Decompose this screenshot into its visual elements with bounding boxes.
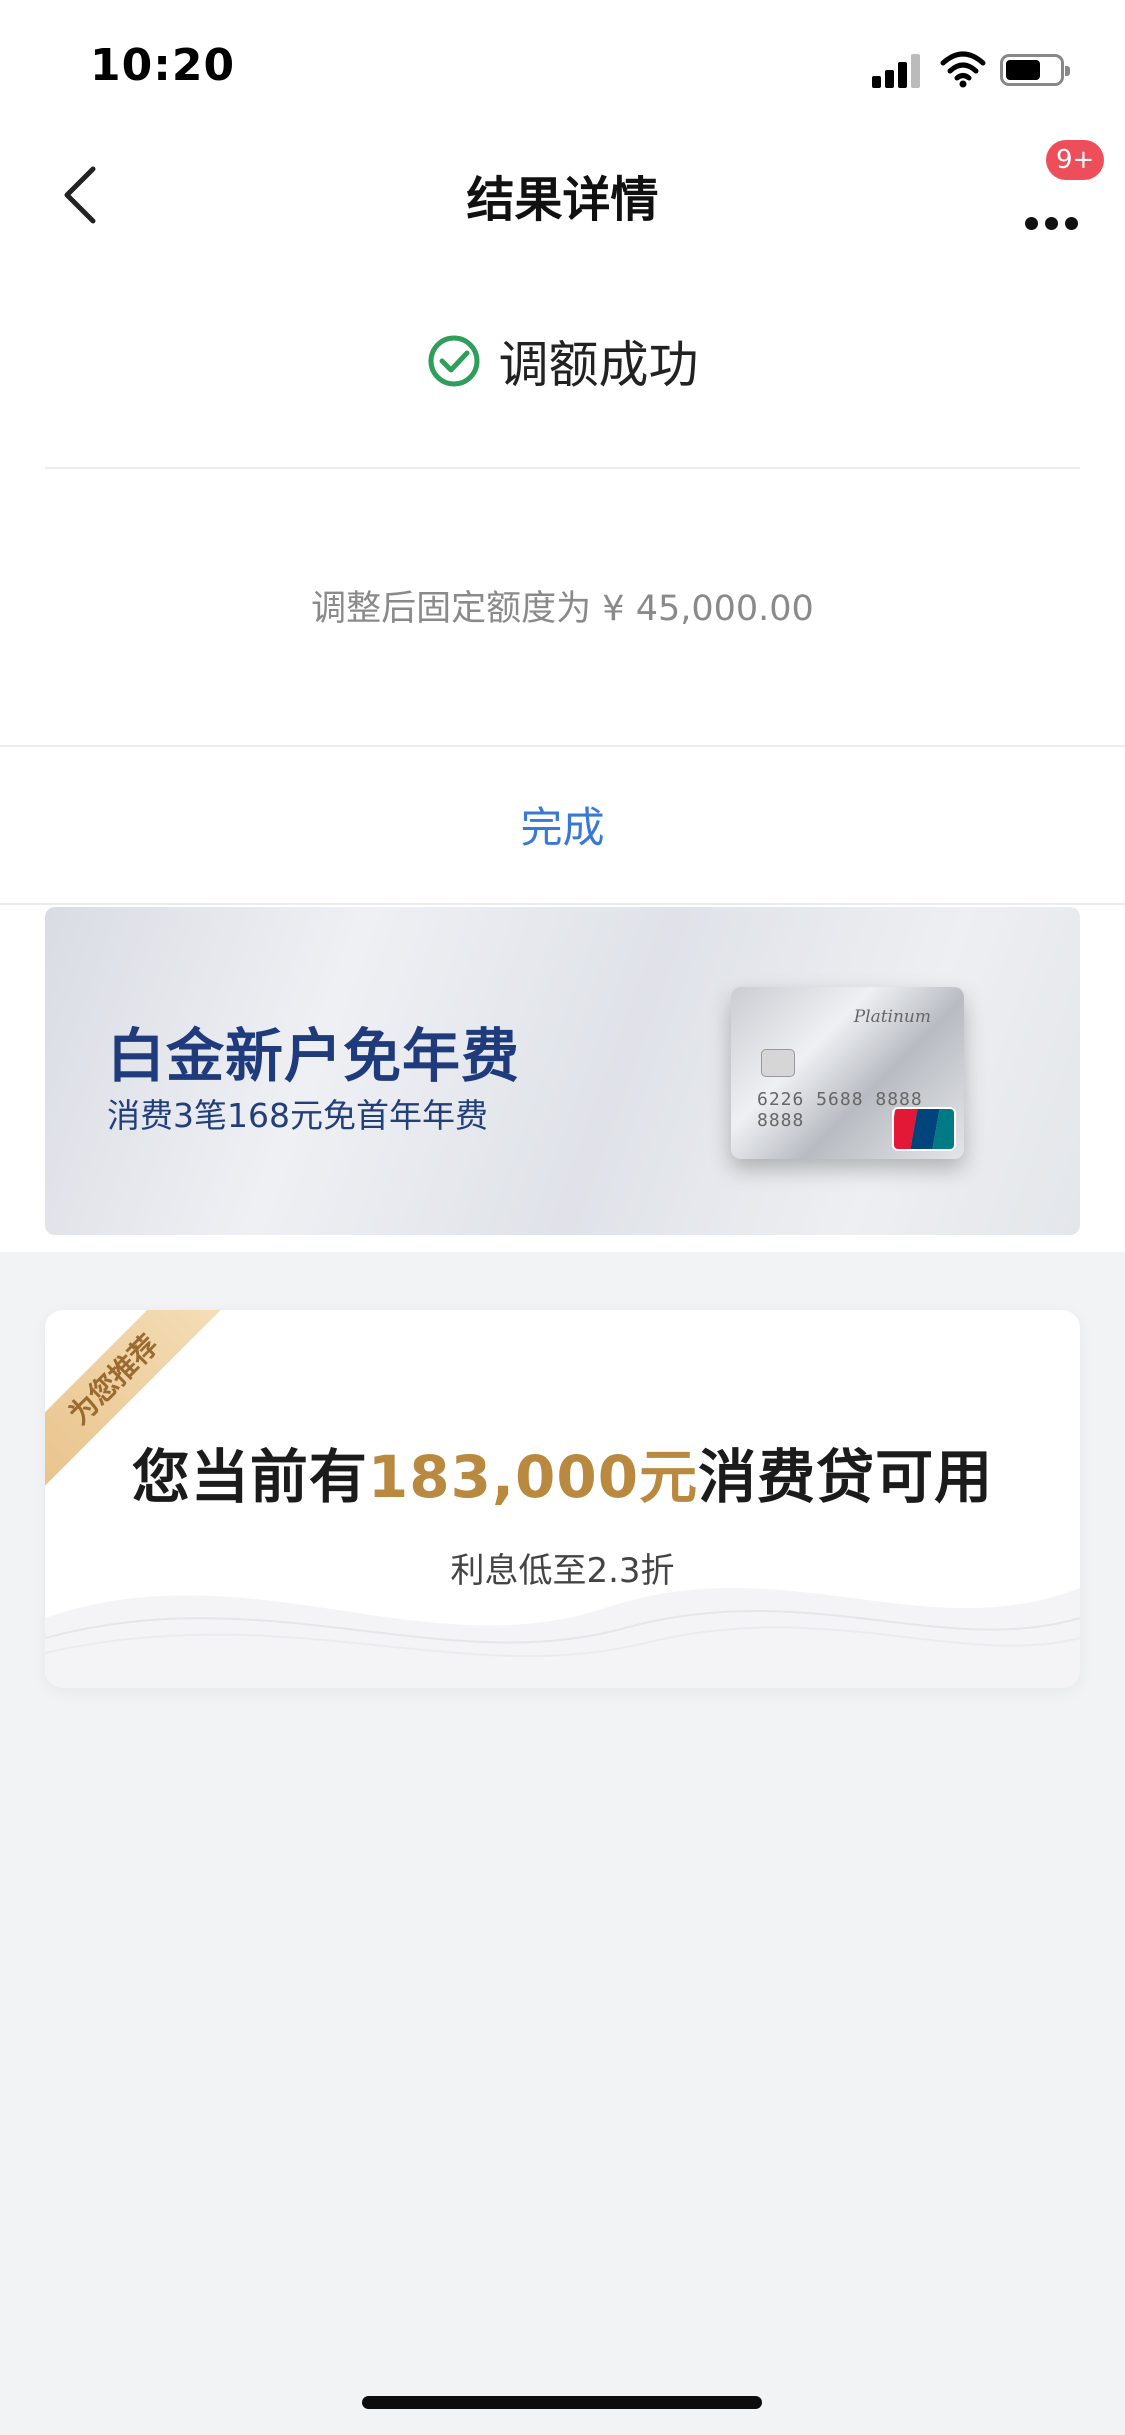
more-icon [1025,217,1038,230]
banner-subtitle: 消费3笔168元免首年年费 [107,1096,488,1135]
loan-title: 您当前有183,000元消费贷可用 [45,1430,1080,1514]
result-status: 调额成功 [0,325,1125,405]
platinum-card-banner[interactable]: 白金新户免年费 消费3笔168元免首年年费 Platinum 6226 5688… [45,907,1080,1235]
card-chip-icon [761,1049,795,1077]
unionpay-logo-icon [892,1107,956,1151]
banner-title: 白金新户免年费 [107,1022,521,1090]
notification-badge: 9+ [1046,140,1105,180]
wifi-icon [940,51,986,88]
page-title: 结果详情 [466,172,659,228]
divider [0,903,1125,905]
navigation-bar: 结果详情 [0,130,1125,260]
battery-icon [1000,54,1070,86]
status-time: 10:20 [90,40,236,91]
done-button[interactable]: 完成 [0,747,1125,902]
status-bar: 10:20 [0,0,1125,130]
loan-amount: 183,000元 [367,1443,699,1511]
loan-title-prefix: 您当前有 [131,1443,368,1511]
loan-subtitle: 利息低至2.3折 [450,1551,675,1591]
cellular-signal-icon [872,52,922,88]
success-check-icon [428,335,479,387]
card-brand-text: Platinum [853,1007,931,1027]
result-status-text: 调额成功 [498,336,699,394]
consumer-loan-card[interactable]: 为您推荐 您当前有183,000元消费贷可用 利息低至2.3折 [45,1310,1080,1688]
new-limit-text: 调整后固定额度为 ¥ 45,000.00 [311,589,814,629]
divider [45,467,1080,469]
loan-title-suffix: 消费贷可用 [698,1443,994,1511]
credit-card-image: Platinum 6226 5688 8888 8888 [731,987,964,1159]
home-indicator[interactable] [362,2396,762,2409]
